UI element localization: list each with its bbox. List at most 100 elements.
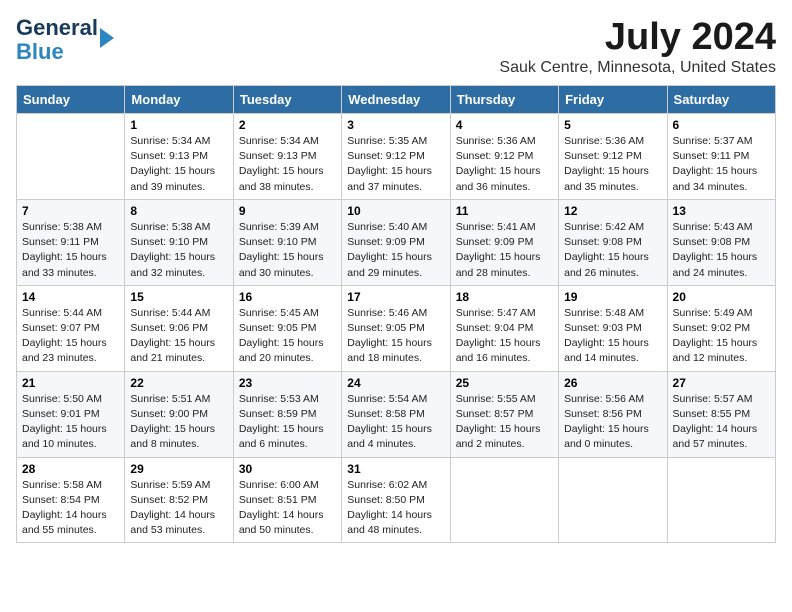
day-number: 3 (347, 118, 444, 132)
day-info: Sunrise: 5:59 AM Sunset: 8:52 PM Dayligh… (130, 478, 227, 539)
day-info: Sunrise: 5:48 AM Sunset: 9:03 PM Dayligh… (564, 306, 661, 367)
calendar-cell: 18Sunrise: 5:47 AM Sunset: 9:04 PM Dayli… (450, 285, 558, 371)
day-info: Sunrise: 5:36 AM Sunset: 9:12 PM Dayligh… (456, 134, 553, 195)
day-number: 16 (239, 290, 336, 304)
day-number: 31 (347, 462, 444, 476)
day-info: Sunrise: 5:58 AM Sunset: 8:54 PM Dayligh… (22, 478, 119, 539)
week-row-5: 28 Sunrise: 5:58 AM Sunset: 8:54 PM Dayli… (17, 457, 776, 543)
header-thursday: Thursday (450, 86, 558, 114)
day-info: Sunrise: 5:54 AM Sunset: 8:58 PM Dayligh… (347, 392, 444, 453)
day-number: 10 (347, 204, 444, 218)
calendar-cell: 21 Sunrise: 5:50 AM Sunset: 9:01 PM Dayli… (17, 371, 125, 457)
day-info: Sunrise: 5:37 AM Sunset: 9:11 PM Dayligh… (673, 134, 770, 195)
page-header: GeneralBlue July 2024 Sauk Centre, Minne… (16, 16, 776, 77)
week-row-1: 1 Sunrise: 5:34 AM Sunset: 9:13 PM Daylig… (17, 114, 776, 200)
day-info: Sunrise: 5:44 AM Sunset: 9:07 PM Dayligh… (22, 306, 119, 367)
day-number: 19 (564, 290, 661, 304)
day-info: Sunrise: 6:00 AM Sunset: 8:51 PM Dayligh… (239, 478, 336, 539)
calendar-cell: 5 Sunrise: 5:36 AM Sunset: 9:12 PM Daylig… (559, 114, 667, 200)
day-number: 20 (673, 290, 770, 304)
header-wednesday: Wednesday (342, 86, 450, 114)
day-info: Sunrise: 5:42 AM Sunset: 9:08 PM Dayligh… (564, 220, 661, 281)
day-number: 7 (22, 204, 119, 218)
day-number: 1 (130, 118, 227, 132)
day-info: Sunrise: 5:43 AM Sunset: 9:08 PM Dayligh… (673, 220, 770, 281)
day-number: 28 (22, 462, 119, 476)
day-number: 22 (130, 376, 227, 390)
day-info: Sunrise: 5:41 AM Sunset: 9:09 PM Dayligh… (456, 220, 553, 281)
calendar-cell: 9 Sunrise: 5:39 AM Sunset: 9:10 PM Daylig… (233, 199, 341, 285)
calendar-cell: 13 Sunrise: 5:43 AM Sunset: 9:08 PM Dayli… (667, 199, 775, 285)
day-number: 15 (130, 290, 227, 304)
day-info: Sunrise: 5:56 AM Sunset: 8:56 PM Dayligh… (564, 392, 661, 453)
day-number: 27 (673, 376, 770, 390)
day-number: 9 (239, 204, 336, 218)
day-number: 23 (239, 376, 336, 390)
header-sunday: Sunday (17, 86, 125, 114)
calendar-cell: 1 Sunrise: 5:34 AM Sunset: 9:13 PM Daylig… (125, 114, 233, 200)
day-info: Sunrise: 5:38 AM Sunset: 9:11 PM Dayligh… (22, 220, 119, 281)
day-number: 5 (564, 118, 661, 132)
calendar-cell: 12 Sunrise: 5:42 AM Sunset: 9:08 PM Dayli… (559, 199, 667, 285)
calendar-cell: 17 Sunrise: 5:46 AM Sunset: 9:05 PM Dayli… (342, 285, 450, 371)
calendar-cell: 11 Sunrise: 5:41 AM Sunset: 9:09 PM Dayli… (450, 199, 558, 285)
logo-text: GeneralBlue (16, 16, 98, 64)
calendar-cell: 7 Sunrise: 5:38 AM Sunset: 9:11 PM Daylig… (17, 199, 125, 285)
logo: GeneralBlue (16, 16, 114, 64)
day-number: 24 (347, 376, 444, 390)
calendar-header-row: SundayMondayTuesdayWednesdayThursdayFrid… (17, 86, 776, 114)
calendar-cell: 10 Sunrise: 5:40 AM Sunset: 9:09 PM Dayli… (342, 199, 450, 285)
day-number: 21 (22, 376, 119, 390)
day-info: Sunrise: 5:39 AM Sunset: 9:10 PM Dayligh… (239, 220, 336, 281)
calendar-cell: 15Sunrise: 5:44 AM Sunset: 9:06 PM Dayli… (125, 285, 233, 371)
calendar-cell: 3 Sunrise: 5:35 AM Sunset: 9:12 PM Daylig… (342, 114, 450, 200)
day-info: Sunrise: 5:36 AM Sunset: 9:12 PM Dayligh… (564, 134, 661, 195)
calendar-cell: 28 Sunrise: 5:58 AM Sunset: 8:54 PM Dayli… (17, 457, 125, 543)
week-row-2: 7 Sunrise: 5:38 AM Sunset: 9:11 PM Daylig… (17, 199, 776, 285)
calendar-cell: 2 Sunrise: 5:34 AM Sunset: 9:13 PM Daylig… (233, 114, 341, 200)
calendar-cell: 16 Sunrise: 5:45 AM Sunset: 9:05 PM Dayli… (233, 285, 341, 371)
day-info: Sunrise: 5:35 AM Sunset: 9:12 PM Dayligh… (347, 134, 444, 195)
calendar-cell: 29 Sunrise: 5:59 AM Sunset: 8:52 PM Dayli… (125, 457, 233, 543)
day-info: Sunrise: 5:50 AM Sunset: 9:01 PM Dayligh… (22, 392, 119, 453)
day-info: Sunrise: 5:34 AM Sunset: 9:13 PM Dayligh… (239, 134, 336, 195)
day-number: 12 (564, 204, 661, 218)
header-friday: Friday (559, 86, 667, 114)
day-number: 2 (239, 118, 336, 132)
calendar-cell: 4 Sunrise: 5:36 AM Sunset: 9:12 PM Daylig… (450, 114, 558, 200)
calendar-cell (667, 457, 775, 543)
calendar-cell: 22Sunrise: 5:51 AM Sunset: 9:00 PM Dayli… (125, 371, 233, 457)
calendar-cell: 23 Sunrise: 5:53 AM Sunset: 8:59 PM Dayli… (233, 371, 341, 457)
day-info: Sunrise: 5:55 AM Sunset: 8:57 PM Dayligh… (456, 392, 553, 453)
calendar-cell: 8Sunrise: 5:38 AM Sunset: 9:10 PM Daylig… (125, 199, 233, 285)
header-monday: Monday (125, 86, 233, 114)
day-info: Sunrise: 5:49 AM Sunset: 9:02 PM Dayligh… (673, 306, 770, 367)
day-number: 4 (456, 118, 553, 132)
calendar-cell: 30Sunrise: 6:00 AM Sunset: 8:51 PM Dayli… (233, 457, 341, 543)
calendar-cell: 24 Sunrise: 5:54 AM Sunset: 8:58 PM Dayli… (342, 371, 450, 457)
day-info: Sunrise: 5:53 AM Sunset: 8:59 PM Dayligh… (239, 392, 336, 453)
day-info: Sunrise: 5:34 AM Sunset: 9:13 PM Dayligh… (130, 134, 227, 195)
day-info: Sunrise: 6:02 AM Sunset: 8:50 PM Dayligh… (347, 478, 444, 539)
day-number: 25 (456, 376, 553, 390)
day-info: Sunrise: 5:40 AM Sunset: 9:09 PM Dayligh… (347, 220, 444, 281)
calendar-cell (17, 114, 125, 200)
day-info: Sunrise: 5:45 AM Sunset: 9:05 PM Dayligh… (239, 306, 336, 367)
calendar-cell: 26 Sunrise: 5:56 AM Sunset: 8:56 PM Dayli… (559, 371, 667, 457)
day-info: Sunrise: 5:47 AM Sunset: 9:04 PM Dayligh… (456, 306, 553, 367)
day-number: 26 (564, 376, 661, 390)
page-title: July 2024 (499, 16, 776, 59)
calendar-cell (450, 457, 558, 543)
header-tuesday: Tuesday (233, 86, 341, 114)
day-number: 6 (673, 118, 770, 132)
page-subtitle: Sauk Centre, Minnesota, United States (499, 59, 776, 77)
header-saturday: Saturday (667, 86, 775, 114)
day-number: 11 (456, 204, 553, 218)
calendar-cell: 31 Sunrise: 6:02 AM Sunset: 8:50 PM Dayli… (342, 457, 450, 543)
calendar-cell: 27Sunrise: 5:57 AM Sunset: 8:55 PM Dayli… (667, 371, 775, 457)
day-number: 17 (347, 290, 444, 304)
day-number: 13 (673, 204, 770, 218)
day-number: 29 (130, 462, 227, 476)
day-info: Sunrise: 5:46 AM Sunset: 9:05 PM Dayligh… (347, 306, 444, 367)
week-row-4: 21 Sunrise: 5:50 AM Sunset: 9:01 PM Dayli… (17, 371, 776, 457)
